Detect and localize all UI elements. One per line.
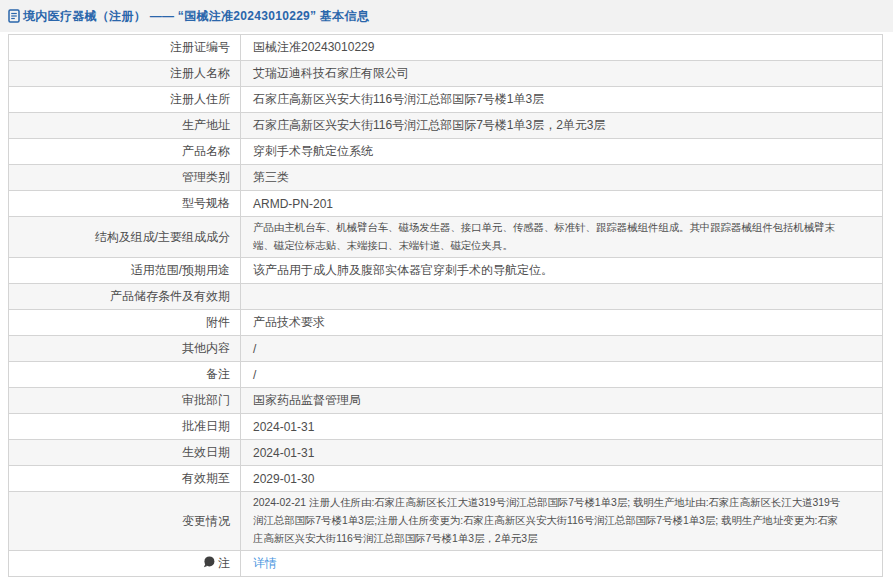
table-row: 型号规格 ARMD-PN-201 <box>9 191 883 217</box>
table-row: 适用范围/预期用途 该产品用于成人肺及腹部实体器官穿刺手术的导航定位。 <box>9 258 883 284</box>
table-row: 附件 产品技术要求 <box>9 310 883 336</box>
row-label-cell: 注册人住所 <box>9 87 241 113</box>
row-value: 产品由主机台车、机械臂台车、磁场发生器、接口单元、传感器、标准针、跟踪器械组件组… <box>241 217 883 258</box>
row-label: 适用范围/预期用途 <box>131 263 230 277</box>
row-label-cell: 型号规格 <box>9 191 241 217</box>
row-label-cell: 产品储存条件及有效期 <box>9 284 241 310</box>
row-label: 附件 <box>206 315 230 329</box>
row-label-cell: 审批部门 <box>9 388 241 414</box>
table-row: 其他内容 / <box>9 336 883 362</box>
row-label-cell: 注册证编号 <box>9 35 241 61</box>
row-label: 注 <box>218 556 230 570</box>
row-value: 国械注准20243010229 <box>241 35 883 61</box>
row-label-cell: 变更情况 <box>9 492 241 551</box>
row-value: 第三类 <box>241 165 883 191</box>
row-label: 生效日期 <box>182 445 230 459</box>
table-row: 生产地址 石家庄高新区兴安大街116号润江总部国际7号楼1单3层，2单元3层 <box>9 113 883 139</box>
row-value: 艾瑞迈迪科技石家庄有限公司 <box>241 61 883 87</box>
row-label: 产品名称 <box>182 144 230 158</box>
row-value: 详情 <box>241 551 883 577</box>
document-icon <box>8 9 20 23</box>
detail-link[interactable]: 详情 <box>253 556 277 570</box>
registration-info-table: 注册证编号 国械注准20243010229 注册人名称 艾瑞迈迪科技石家庄有限公… <box>8 34 883 577</box>
row-label: 有效期至 <box>182 471 230 485</box>
page-header: 境内医疗器械（注册） —— “国械注准20243010229” 基本信息 <box>0 0 893 32</box>
row-value: 产品技术要求 <box>241 310 883 336</box>
row-label-cell: 备注 <box>9 362 241 388</box>
table-row: 审批部门 国家药品监督管理局 <box>9 388 883 414</box>
table-row: 注册证编号 国械注准20243010229 <box>9 35 883 61</box>
row-value: 穿刺手术导航定位系统 <box>241 139 883 165</box>
row-value: 2029-01-30 <box>241 466 883 492</box>
table-row: 注 详情 <box>9 551 883 577</box>
row-label-cell: 有效期至 <box>9 466 241 492</box>
row-label: 产品储存条件及有效期 <box>110 289 230 303</box>
row-value: 2024-02-21 注册人住所由:石家庄高新区长江大道319号润江总部国际7号… <box>241 492 883 551</box>
row-label-cell: 产品名称 <box>9 139 241 165</box>
row-label: 型号规格 <box>182 196 230 210</box>
row-label: 注册人住所 <box>170 92 230 106</box>
row-label: 管理类别 <box>182 170 230 184</box>
table-row: 产品名称 穿刺手术导航定位系统 <box>9 139 883 165</box>
table-row: 管理类别 第三类 <box>9 165 883 191</box>
table-row: 结构及组成/主要组成成分 产品由主机台车、机械臂台车、磁场发生器、接口单元、传感… <box>9 217 883 258</box>
row-label-cell: 适用范围/预期用途 <box>9 258 241 284</box>
row-value: / <box>241 336 883 362</box>
row-label: 备注 <box>206 367 230 381</box>
row-value: 2024-01-31 <box>241 414 883 440</box>
row-label: 变更情况 <box>182 514 230 528</box>
row-label: 生产地址 <box>182 118 230 132</box>
row-value: 石家庄高新区兴安大街116号润江总部国际7号楼1单3层 <box>241 87 883 113</box>
row-label-cell: 生产地址 <box>9 113 241 139</box>
row-label-cell: 结构及组成/主要组成成分 <box>9 217 241 258</box>
row-label: 结构及组成/主要组成成分 <box>95 230 230 244</box>
row-label-cell: 注册人名称 <box>9 61 241 87</box>
row-label: 审批部门 <box>182 393 230 407</box>
table-row: 注册人住所 石家庄高新区兴安大街116号润江总部国际7号楼1单3层 <box>9 87 883 113</box>
row-value: ARMD-PN-201 <box>241 191 883 217</box>
row-label: 批准日期 <box>182 419 230 433</box>
table-row: 批准日期 2024-01-31 <box>9 414 883 440</box>
row-value <box>241 284 883 310</box>
row-label-cell: 管理类别 <box>9 165 241 191</box>
row-label-cell: 批准日期 <box>9 414 241 440</box>
row-value: 该产品用于成人肺及腹部实体器官穿刺手术的导航定位。 <box>241 258 883 284</box>
row-label-cell: 其他内容 <box>9 336 241 362</box>
table-row: 生效日期 2024-01-31 <box>9 440 883 466</box>
row-label: 注册证编号 <box>170 40 230 54</box>
row-value: / <box>241 362 883 388</box>
row-value: 2024-01-31 <box>241 440 883 466</box>
table-row: 产品储存条件及有效期 <box>9 284 883 310</box>
row-label: 注册人名称 <box>170 66 230 80</box>
table-row: 变更情况 2024-02-21 注册人住所由:石家庄高新区长江大道319号润江总… <box>9 492 883 551</box>
table-row: 有效期至 2029-01-30 <box>9 466 883 492</box>
registration-info-table-wrap: 注册证编号 国械注准20243010229 注册人名称 艾瑞迈迪科技石家庄有限公… <box>8 34 885 577</box>
row-label-cell: 附件 <box>9 310 241 336</box>
row-label-cell: 生效日期 <box>9 440 241 466</box>
page-title: 境内医疗器械（注册） —— “国械注准20243010229” 基本信息 <box>23 8 369 25</box>
row-label: 其他内容 <box>182 341 230 355</box>
row-label-cell: 注 <box>9 551 241 577</box>
table-row: 备注 / <box>9 362 883 388</box>
note-bubble-icon <box>203 556 215 571</box>
table-row: 注册人名称 艾瑞迈迪科技石家庄有限公司 <box>9 61 883 87</box>
row-value: 国家药品监督管理局 <box>241 388 883 414</box>
row-value: 石家庄高新区兴安大街116号润江总部国际7号楼1单3层，2单元3层 <box>241 113 883 139</box>
